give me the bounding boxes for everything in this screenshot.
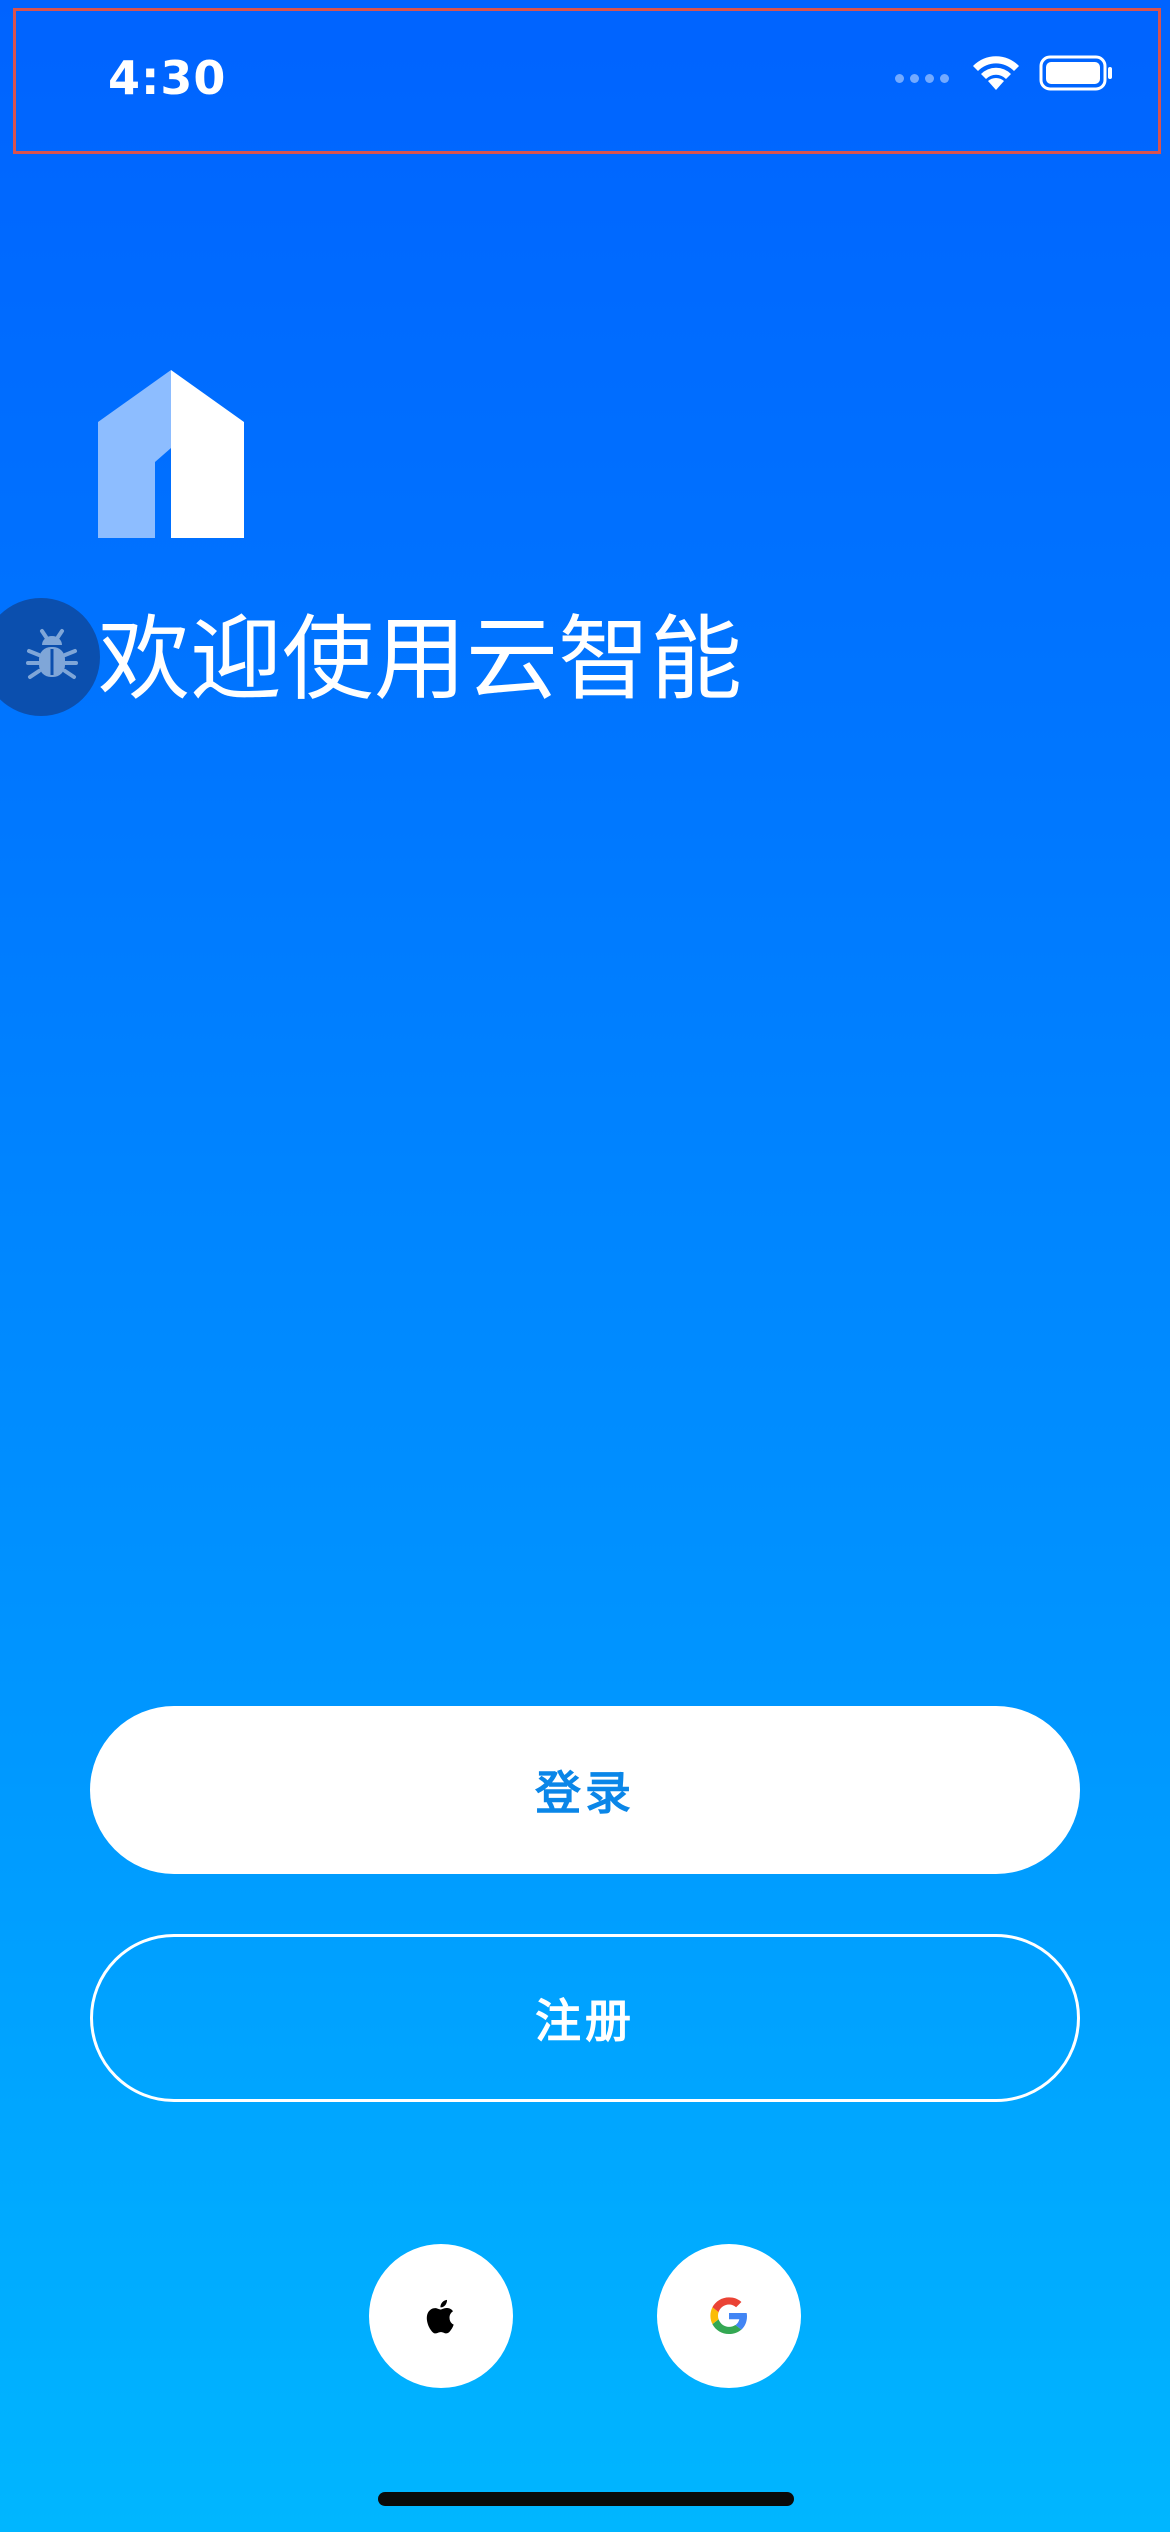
battery-icon <box>1039 55 1112 91</box>
welcome-screen: 4:30 欢迎使用云智能 登录 注册 <box>0 0 1170 2532</box>
home-indicator <box>378 2492 794 2506</box>
apple-icon <box>426 2299 454 2334</box>
status-time: 4:30 <box>108 51 227 105</box>
google-login-button[interactable] <box>657 2244 801 2388</box>
login-button[interactable]: 登录 <box>90 1706 1080 1874</box>
google-icon <box>710 2297 747 2334</box>
app-logo <box>98 370 244 538</box>
register-button[interactable]: 注册 <box>90 1934 1080 2102</box>
apple-login-button[interactable] <box>369 2244 513 2388</box>
debug-floating-button[interactable] <box>0 598 100 716</box>
wifi-icon <box>973 56 1019 90</box>
bug-icon <box>26 629 78 679</box>
cellular-signal-icon <box>895 74 949 83</box>
welcome-title: 欢迎使用云智能 <box>98 606 743 713</box>
